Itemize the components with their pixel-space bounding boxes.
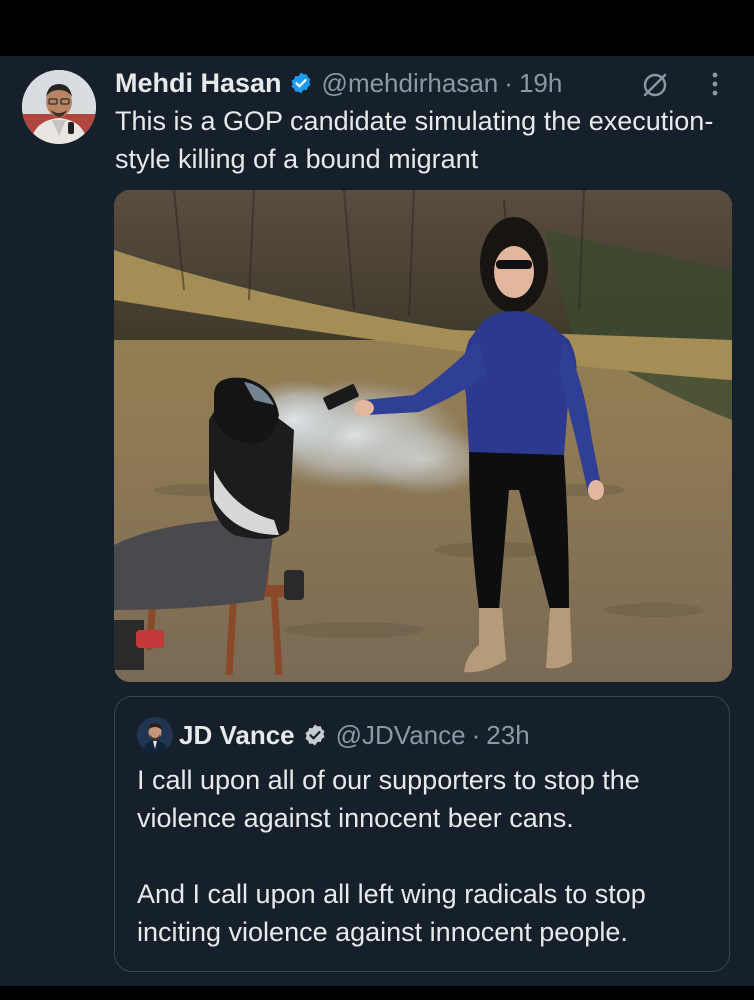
quoted-tweet-paragraph: And I call upon all left wing radicals t… <box>137 879 646 947</box>
quoted-tweet-text: I call upon all of our supporters to sto… <box>137 761 717 951</box>
separator-dot: · <box>504 67 513 98</box>
more-options-icon[interactable] <box>704 68 726 100</box>
tweet-timestamp[interactable]: 19h <box>519 68 562 99</box>
author-avatar[interactable] <box>22 70 96 144</box>
tweet-text: This is a GOP candidate simulating the e… <box>115 106 714 174</box>
quoted-author-avatar[interactable] <box>137 717 173 753</box>
tweet-header: Mehdi Hasan @mehdirhasan · 19h <box>115 66 562 100</box>
quoted-tweet-paragraph: I call upon all of our supporters to sto… <box>137 765 640 833</box>
author-handle[interactable]: @mehdirhasan <box>322 68 499 99</box>
grok-icon[interactable] <box>640 70 670 100</box>
tweet-media-image[interactable] <box>114 190 732 682</box>
author-name[interactable]: Mehdi Hasan <box>115 68 282 99</box>
bottom-black-bar <box>0 986 754 1000</box>
quoted-author-handle[interactable]: @JDVance <box>336 720 466 751</box>
verified-badge-icon <box>303 723 327 747</box>
quoted-tweet-card[interactable]: JD Vance @JDVance · 23h I call upon all … <box>114 696 730 972</box>
quoted-tweet-timestamp[interactable]: 23h <box>486 720 529 751</box>
verified-badge-icon <box>289 71 313 95</box>
quoted-tweet-header: JD Vance @JDVance · 23h <box>179 718 530 752</box>
separator-dot: · <box>471 719 481 750</box>
top-black-bar <box>0 0 754 56</box>
quoted-author-name[interactable]: JD Vance <box>179 720 295 751</box>
